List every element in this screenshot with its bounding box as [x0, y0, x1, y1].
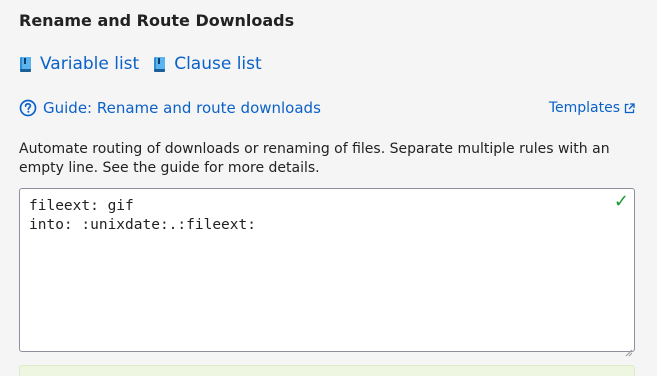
section-title: Rename and Route Downloads: [19, 11, 295, 30]
guide-label: Guide: Rename and route downloads: [43, 99, 321, 117]
help-circle-icon: [19, 99, 37, 117]
clause-list-link[interactable]: Clause list: [153, 54, 262, 74]
success-banner: [19, 365, 635, 376]
variable-list-link[interactable]: Variable list: [19, 54, 139, 74]
rules-editor-container: fileext: gif into: :unixdate:.:fileext: …: [19, 188, 635, 357]
guide-row: Guide: Rename and route downloads Templa…: [19, 99, 635, 117]
guide-link[interactable]: Guide: Rename and route downloads: [19, 99, 321, 117]
reference-links: Variable list Clause list: [19, 54, 262, 74]
book-icon: [19, 56, 33, 73]
templates-label: Templates: [548, 100, 620, 116]
description-text: Automate routing of downloads or renamin…: [19, 141, 610, 176]
book-icon: [153, 56, 167, 73]
rules-textarea[interactable]: fileext: gif into: :unixdate:.:fileext:: [20, 189, 634, 351]
external-link-icon: [624, 102, 635, 114]
variable-list-label: Variable list: [40, 54, 140, 74]
valid-check-icon: ✓: [613, 191, 629, 212]
resize-grip-icon[interactable]: [625, 342, 633, 357]
clause-list-label: Clause list: [174, 54, 262, 74]
templates-link[interactable]: Templates: [549, 100, 635, 116]
rename-route-settings-page: Rename and Route Downloads Variable list: [0, 0, 657, 376]
